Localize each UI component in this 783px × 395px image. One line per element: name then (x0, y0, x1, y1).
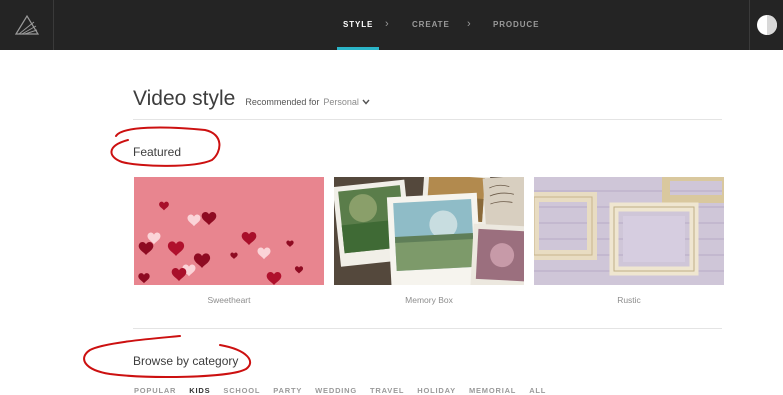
step-style[interactable]: STYLE (343, 20, 373, 29)
step-create[interactable]: CREATE (412, 20, 450, 29)
active-step-indicator (337, 47, 379, 50)
category-tab-travel[interactable]: TRAVEL (370, 386, 404, 395)
chevron-down-icon[interactable] (362, 98, 370, 107)
featured-heading: Featured (133, 145, 182, 159)
recommended-for-label: Recommended for (245, 97, 320, 107)
step-navigation: STYLE › CREATE › PRODUCE (0, 0, 783, 50)
category-tab-holiday[interactable]: HOLIDAY (417, 386, 456, 395)
memory-box-thumbnail[interactable] (334, 177, 524, 285)
rustic-thumbnail[interactable] (534, 177, 724, 285)
category-tab-popular[interactable]: POPULAR (134, 386, 176, 395)
sweetheart-thumbnail[interactable] (134, 177, 324, 285)
category-tab-kids[interactable]: KIDS (189, 386, 210, 395)
featured-divider (133, 328, 722, 329)
category-tab-all[interactable]: ALL (529, 386, 546, 395)
style-card-sweetheart[interactable]: Sweetheart (134, 177, 324, 305)
category-tabs: POPULAR KIDS SCHOOL PARTY WEDDING TRAVEL… (134, 386, 559, 395)
category-tab-school[interactable]: SCHOOL (223, 386, 260, 395)
card-label: Sweetheart (207, 295, 251, 305)
page-title: Video style (133, 87, 236, 110)
category-tab-party[interactable]: PARTY (273, 386, 302, 395)
recommended-for-dropdown[interactable]: Personal (323, 97, 359, 107)
step-produce[interactable]: PRODUCE (493, 20, 539, 29)
browse-heading: Browse by category (133, 354, 239, 368)
style-card-rustic[interactable]: Rustic (534, 177, 724, 305)
category-tab-wedding[interactable]: WEDDING (315, 386, 357, 395)
step-separator-icon: › (385, 18, 389, 30)
style-card-memory-box[interactable]: Memory Box (334, 177, 524, 305)
card-label: Memory Box (405, 295, 453, 305)
top-nav-bar: STYLE › CREATE › PRODUCE (0, 0, 783, 50)
user-avatar-icon (756, 15, 777, 35)
step-separator-icon: › (467, 18, 471, 30)
user-menu-button[interactable] (749, 0, 783, 50)
page-header: Video style Recommended for Personal (133, 87, 370, 111)
header-divider (133, 119, 722, 120)
category-tab-memorial[interactable]: MEMORIAL (469, 386, 516, 395)
card-label: Rustic (617, 295, 641, 305)
